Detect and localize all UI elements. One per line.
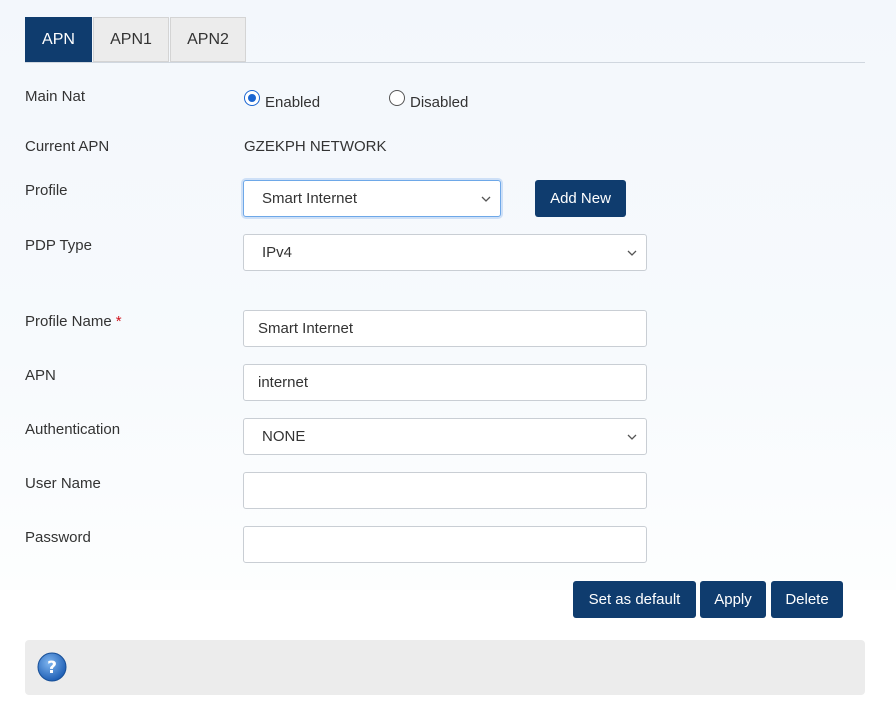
apn-field[interactable]: internet bbox=[243, 364, 647, 401]
delete-button[interactable]: Delete bbox=[771, 581, 843, 618]
help-bar: ? bbox=[25, 640, 865, 695]
profile-select-value: Smart Internet bbox=[262, 190, 358, 207]
set-as-default-button[interactable]: Set as default bbox=[573, 581, 696, 618]
chevron-down-icon bbox=[627, 250, 637, 256]
profile-name-field[interactable]: Smart Internet bbox=[243, 310, 647, 347]
apply-button[interactable]: Apply bbox=[700, 581, 766, 618]
authentication-select[interactable]: NONE bbox=[243, 418, 647, 455]
tab-divider bbox=[25, 62, 865, 63]
main-nat-disabled-label[interactable]: Disabled bbox=[410, 94, 468, 111]
pdp-type-label: PDP Type bbox=[25, 237, 92, 254]
profile-name-value: Smart Internet bbox=[258, 320, 354, 337]
password-field[interactable] bbox=[243, 526, 647, 563]
pdp-type-select-value: IPv4 bbox=[262, 244, 293, 261]
profile-label: Profile bbox=[25, 182, 68, 199]
main-nat-label: Main Nat bbox=[25, 88, 86, 105]
tab-apn1[interactable]: APN1 bbox=[93, 17, 169, 62]
add-new-button[interactable]: Add New bbox=[535, 180, 626, 217]
question-circle-icon[interactable]: ? bbox=[37, 652, 67, 682]
apn-value: internet bbox=[258, 374, 309, 391]
user-name-label: User Name bbox=[25, 475, 101, 492]
password-label: Password bbox=[25, 529, 91, 546]
apn-label: APN bbox=[25, 367, 56, 384]
profile-select[interactable]: Smart Internet bbox=[243, 180, 501, 217]
profile-name-label: Profile Name * bbox=[25, 313, 122, 330]
svg-text:?: ? bbox=[47, 658, 57, 678]
required-asterisk: * bbox=[115, 313, 122, 330]
main-nat-disabled-radio[interactable] bbox=[389, 90, 405, 106]
tab-apn2[interactable]: APN2 bbox=[170, 17, 246, 62]
main-nat-enabled-label[interactable]: Enabled bbox=[265, 94, 320, 111]
tab-apn[interactable]: APN bbox=[25, 17, 92, 62]
chevron-down-icon bbox=[627, 434, 637, 440]
current-apn-value: GZEKPH NETWORK bbox=[244, 138, 387, 155]
authentication-select-value: NONE bbox=[262, 428, 306, 445]
current-apn-label: Current APN bbox=[25, 138, 110, 155]
profile-name-label-text: Profile Name bbox=[25, 313, 112, 330]
main-nat-enabled-radio[interactable] bbox=[244, 90, 260, 106]
chevron-down-icon bbox=[481, 196, 491, 202]
authentication-label: Authentication bbox=[25, 421, 121, 438]
pdp-type-select[interactable]: IPv4 bbox=[243, 234, 647, 271]
user-name-field[interactable] bbox=[243, 472, 647, 509]
